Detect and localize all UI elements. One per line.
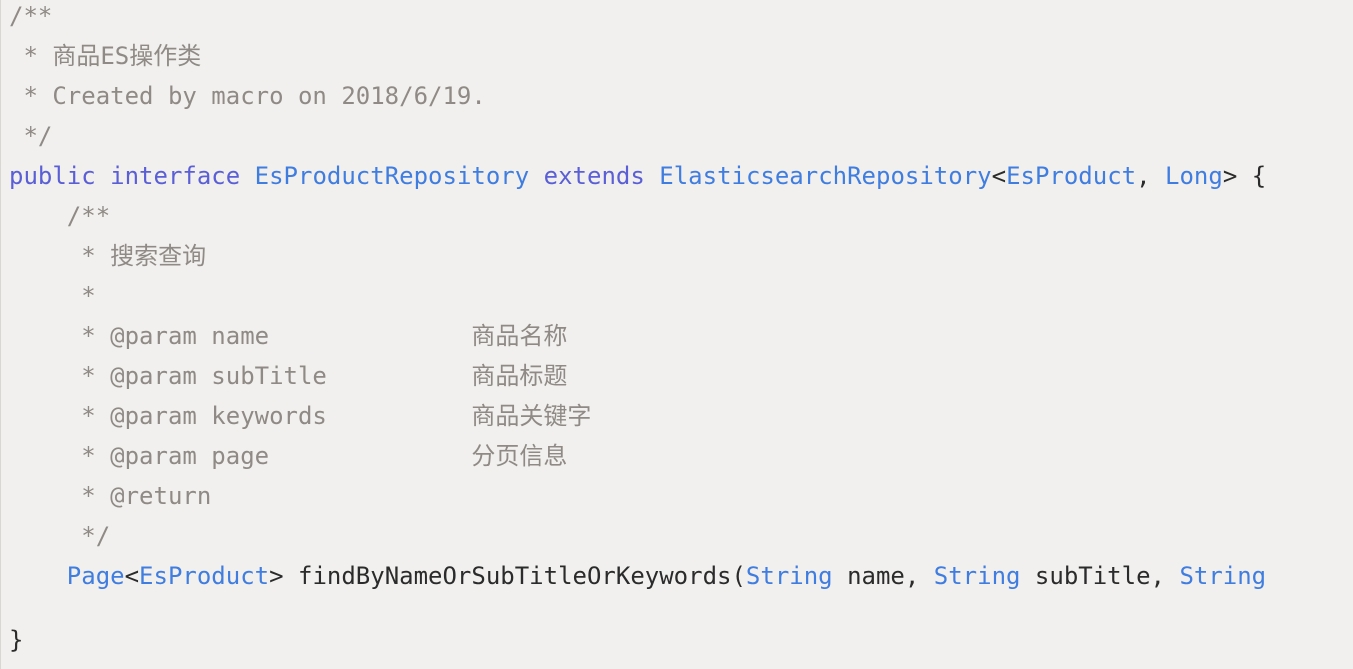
code-line-9: * @param name 商品名称 <box>9 316 567 356</box>
comment-token: * @param keywords 商品关键字 <box>9 402 592 430</box>
comment-token: * @param subTitle 商品标题 <box>9 362 568 390</box>
comment-token: * Created by macro on 2018/6/19. <box>9 82 486 110</box>
code-block: /** * 商品ES操作类 * Created by macro on 2018… <box>0 0 1353 669</box>
code-line-4: */ <box>9 116 52 156</box>
comment-token: */ <box>9 122 53 150</box>
comment-token: /** <box>9 2 53 30</box>
comment-token: /** <box>9 202 111 230</box>
keyword-token: extends <box>543 162 645 190</box>
type-token: Page <box>66 562 125 590</box>
code-line-7: * 搜索查询 <box>9 236 206 276</box>
comment-token: * 商品ES操作类 <box>9 42 202 70</box>
type-token: EsProductRepository <box>254 162 530 190</box>
code-line-5: public interface EsProductRepository ext… <box>9 156 1266 196</box>
comment-token: * @return <box>9 482 212 510</box>
type-token: EsProduct <box>139 562 270 590</box>
code-line-8: * <box>9 276 96 316</box>
comment-token: * @param name 商品名称 <box>9 322 568 350</box>
type-token: String <box>1179 562 1267 590</box>
type-token: ElasticsearchRepository <box>659 162 992 190</box>
comment-token: */ <box>9 522 111 550</box>
code-line-2: * 商品ES操作类 <box>9 36 201 76</box>
code-token: name, <box>832 562 934 590</box>
code-token: , <box>1136 162 1166 190</box>
code-token: > { <box>1222 162 1267 190</box>
comment-token: * <box>9 282 96 310</box>
code-line-16: } <box>9 620 23 660</box>
type-token: Long <box>1165 162 1223 190</box>
code-line-6: /** <box>9 196 110 236</box>
code-token: subTitle, <box>1020 562 1180 590</box>
type-token: String <box>933 562 1021 590</box>
type-token: String <box>745 562 833 590</box>
code-token: > findByNameOrSubTitleOrKeywords( <box>269 562 746 590</box>
keyword-token: public <box>9 162 96 190</box>
comment-token: * 搜索查询 <box>9 242 207 270</box>
code-token: } <box>9 626 24 654</box>
code-line-10: * @param subTitle 商品标题 <box>9 356 567 396</box>
code-line-11: * @param keywords 商品关键字 <box>9 396 591 436</box>
code-line-12: * @param page 分页信息 <box>9 436 567 476</box>
comment-token: * @param page 分页信息 <box>9 442 568 470</box>
code-token: < <box>124 562 140 590</box>
code-line-1: /** <box>9 0 52 36</box>
code-line-13: * @return <box>9 476 211 516</box>
code-line-14: */ <box>9 516 110 556</box>
code-line-3: * Created by macro on 2018/6/19. <box>9 76 486 116</box>
type-token: EsProduct <box>1006 162 1137 190</box>
code-line-15: Page<EsProduct> findByNameOrSubTitleOrKe… <box>9 556 1266 596</box>
keyword-token: interface <box>110 162 241 190</box>
code-token: < <box>991 162 1007 190</box>
